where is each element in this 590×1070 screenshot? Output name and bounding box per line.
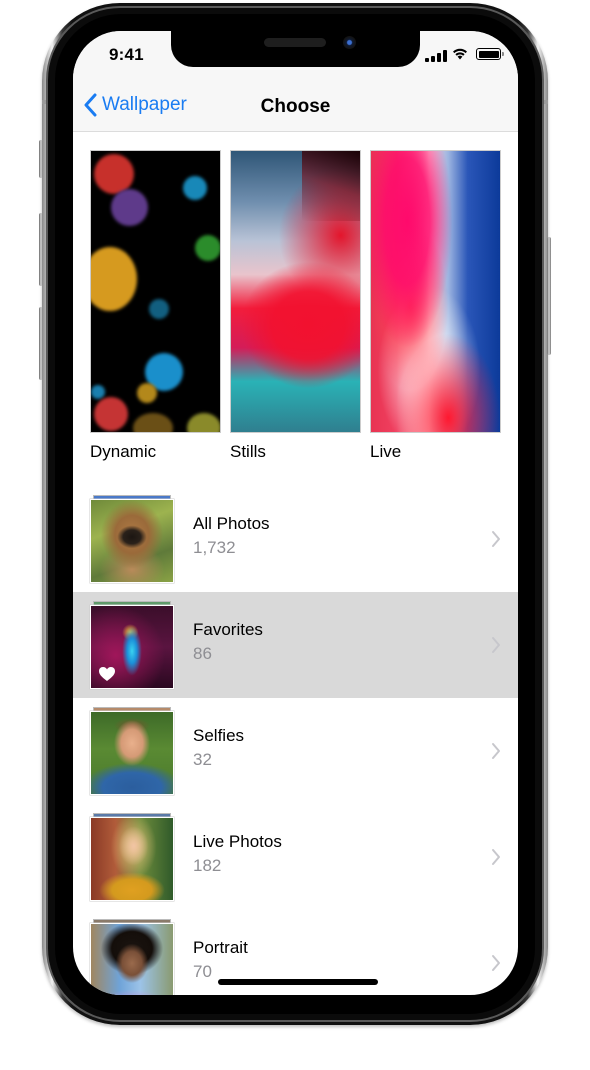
earpiece-speaker <box>264 38 326 47</box>
album-count: 1,732 <box>193 538 236 557</box>
album-name: Live Photos <box>193 832 282 851</box>
category-label: Live <box>370 442 402 461</box>
category-live[interactable]: Live <box>370 150 501 462</box>
category-dynamic[interactable]: Dynamic <box>90 150 221 462</box>
album-thumbnail <box>90 919 174 995</box>
category-label: Dynamic <box>90 442 157 461</box>
album-count: 86 <box>193 644 212 663</box>
antenna-band <box>544 100 548 104</box>
album-name: Selfies <box>193 726 245 745</box>
album-list: All Photos 1,732 Favorites 86 Selfies 32… <box>73 486 518 995</box>
album-thumbnail <box>90 495 174 583</box>
album-thumbnail <box>90 601 174 689</box>
front-camera <box>343 36 356 49</box>
cellular-signal-icon <box>425 50 447 62</box>
antenna-band <box>42 100 46 104</box>
status-time: 9:41 <box>109 45 144 64</box>
dynamic-wallpaper-preview <box>90 150 221 433</box>
live-wallpaper-preview <box>370 150 501 433</box>
volume-up-button <box>39 213 43 286</box>
stills-wallpaper-preview <box>230 150 361 433</box>
wifi-icon <box>453 48 467 60</box>
wallpaper-categories: Dynamic Stills Live <box>73 132 518 472</box>
album-thumbnail <box>90 707 174 795</box>
chevron-right-icon <box>492 531 500 547</box>
side-button <box>547 237 551 355</box>
battery-icon <box>476 48 504 60</box>
page-title: Choose <box>260 96 331 117</box>
chevron-right-icon <box>492 849 500 865</box>
album-selfies[interactable]: Selfies 32 <box>73 698 518 804</box>
volume-down-button <box>39 307 43 380</box>
chevron-right-icon <box>492 743 500 759</box>
chevron-right-icon <box>492 637 500 653</box>
album-count: 182 <box>193 856 222 875</box>
category-label: Stills <box>230 442 266 461</box>
silent-switch <box>39 140 43 178</box>
navigation-bar: Wallpaper Choose <box>73 83 518 132</box>
album-favorites[interactable]: Favorites 86 <box>73 592 518 698</box>
album-count: 70 <box>193 962 212 981</box>
chevron-right-icon <box>492 955 500 971</box>
notch <box>171 31 420 67</box>
category-stills[interactable]: Stills <box>230 150 361 462</box>
album-name: All Photos <box>193 514 270 533</box>
album-live-photos[interactable]: Live Photos 182 <box>73 804 518 910</box>
album-thumbnail <box>90 813 174 901</box>
screen: 9:41 Wallpaper Choose Dynamic Stills Liv… <box>73 31 518 995</box>
home-indicator[interactable] <box>218 979 378 985</box>
album-name: Portrait <box>193 938 248 957</box>
album-count: 32 <box>193 750 212 769</box>
heart-icon <box>99 667 115 681</box>
album-all-photos[interactable]: All Photos 1,732 <box>73 486 518 592</box>
album-name: Favorites <box>193 620 263 639</box>
